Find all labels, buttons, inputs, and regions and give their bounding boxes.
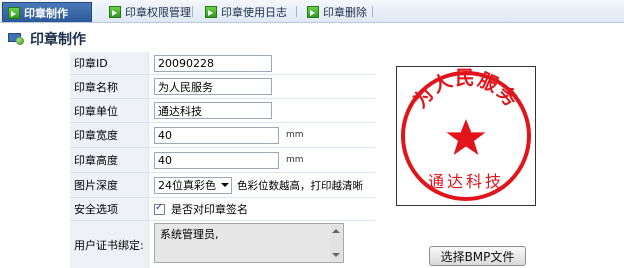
field-label: 印章名称 [70,75,149,98]
tab-divider [296,6,297,17]
tab-seal-permission[interactable]: 印章权限管理 [104,3,191,20]
form-row-seal-width: 印章宽度 40 mm [70,123,375,148]
seal-top-text: 为人民服务 [408,67,523,112]
field-label: 印章高度 [70,148,149,172]
cert-binding-textarea[interactable]: 系统管理员, [154,223,344,263]
checkbox-label: 是否对印章签名 [171,203,248,216]
select-bmp-button[interactable]: 选择BMP文件 [429,246,526,266]
tab-seal-log[interactable]: 印章使用日志 [200,3,287,20]
form-row-seal-height: 印章高度 40 mm [70,148,375,173]
tab-bar: 印章制作 印章权限管理 印章使用日志 印章删除 [0,0,624,23]
seal-bottom-text: 通达科技 [428,172,504,191]
tab-label: 印章制作 [24,6,68,20]
seal-height-input[interactable]: 40 [154,151,279,169]
arrow-right-icon [8,6,20,19]
field-label: 用户证书绑定: [70,221,149,268]
cert-binding-value: 系统管理员, [160,228,219,241]
scroll-up-icon [332,229,340,233]
form-row-seal-id: 印章ID 20090228 [70,52,375,75]
field-label: 图片深度 [70,173,149,197]
arrow-right-icon [109,5,121,18]
scroll-down-icon [332,253,340,257]
tab-seal-make[interactable]: 印章制作 [2,2,92,22]
seal-preview: 为人民服务 通达科技 [396,66,536,206]
seal-name-input[interactable]: 为人民服务 [154,78,272,95]
color-depth-value: 24位真彩色 [158,179,216,192]
form-row-security: 安全选项 是否对印章签名 [70,198,375,221]
page-title: 印章制作 [8,29,86,49]
field-label: 印章ID [70,52,149,74]
tab-label: 印章删除 [323,5,367,19]
chevron-down-icon [221,183,229,187]
seal-width-input[interactable]: 40 [154,126,279,144]
sign-seal-checkbox[interactable] [154,202,165,215]
seal-image: 为人民服务 通达科技 [401,67,531,201]
color-depth-hint: 色彩位数越高，打印越清晰 [237,179,363,192]
seal-unit-input[interactable]: 通达科技 [154,102,272,119]
tab-divider [192,6,193,17]
tab-divider [372,6,373,17]
star-icon [446,119,486,155]
arrow-right-icon [307,5,319,18]
field-label: 印章宽度 [70,123,149,147]
unit-label: mm [286,155,304,165]
monitor-globe-icon [8,33,24,45]
field-label: 印章单位 [70,99,149,122]
form-row-seal-unit: 印章单位 通达科技 [70,99,375,123]
textarea-scrollbar[interactable] [330,225,342,261]
tab-label: 印章权限管理 [125,5,191,19]
tab-label: 印章使用日志 [221,5,287,19]
arrow-right-icon [205,5,217,18]
seal-id-input[interactable]: 20090228 [154,54,272,72]
color-depth-select[interactable]: 24位真彩色 [154,176,232,194]
form-row-seal-name: 印章名称 为人民服务 [70,75,375,99]
page-title-text: 印章制作 [30,32,86,48]
unit-label: mm [286,130,304,140]
field-label: 安全选项 [70,198,149,220]
tab-seal-delete[interactable]: 印章删除 [302,3,367,20]
form-row-color-depth: 图片深度 24位真彩色 色彩位数越高，打印越清晰 [70,173,375,198]
